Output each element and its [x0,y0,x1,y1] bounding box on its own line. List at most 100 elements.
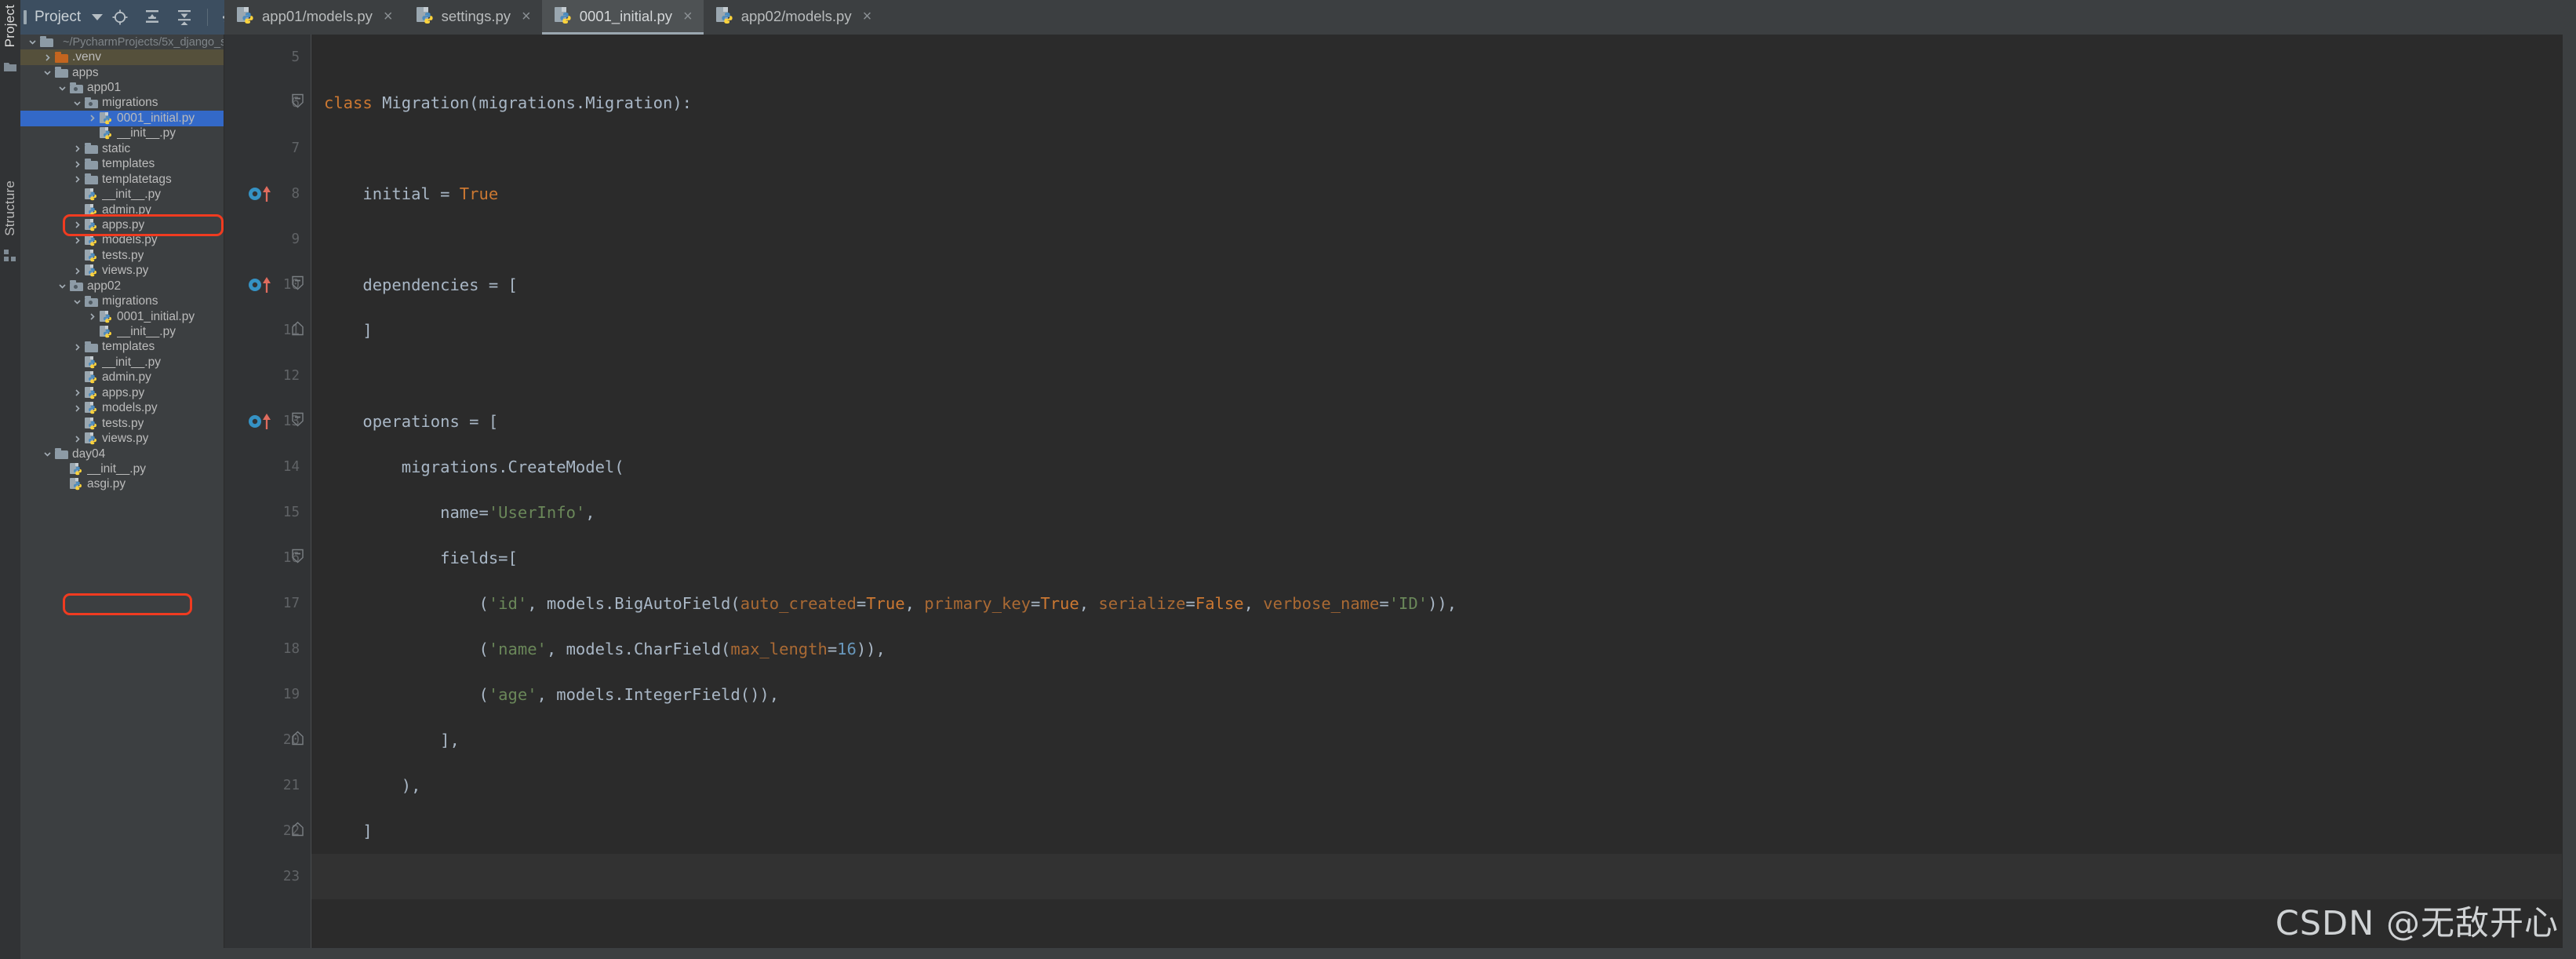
tree-expand-arrow[interactable] [71,434,83,444]
tree-item-apps-py[interactable]: apps.py [20,217,224,232]
code-line[interactable]: class Migration(migrations.Migration): [324,80,2562,126]
tree-item-asgi-py[interactable]: asgi.py [20,477,224,492]
tree-item-migrations[interactable]: migrations [20,96,224,111]
gutter-line[interactable]: 20 [224,717,311,763]
tree-expand-arrow[interactable] [71,235,83,246]
tree-expand-arrow[interactable] [71,388,83,398]
expand-all-icon[interactable] [143,8,162,27]
tab-settings[interactable]: settings.py × [403,0,542,35]
tree-item---init---py[interactable]: __init__.py [20,187,224,202]
tree-expand-arrow[interactable] [56,281,68,291]
tree-item---init---py[interactable]: __init__.py [20,461,224,476]
code-content[interactable]: class Migration(migrations.Migration): i… [311,35,2562,959]
gutter-line[interactable]: 10 [224,262,311,308]
tree-expand-arrow[interactable] [71,220,83,230]
tree-item-tests-py[interactable]: tests.py [20,248,224,263]
close-icon[interactable]: × [863,9,872,24]
code-line[interactable]: fields=[ [324,535,2562,581]
fold-collapse-icon[interactable] [291,549,304,568]
gutter-line[interactable]: 11 [224,308,311,353]
code-line[interactable] [324,126,2562,171]
tree-expand-arrow[interactable] [42,67,53,78]
gutter-line[interactable]: 19 [224,672,311,717]
fold-collapse-icon[interactable] [291,275,304,295]
select-opened-file-icon[interactable] [111,8,129,27]
tab-app01-models[interactable]: app01/models.py × [224,0,404,35]
close-icon[interactable]: × [522,9,531,24]
fold-end-icon[interactable] [291,321,304,341]
tree-item-0001-initial-py[interactable]: 0001_initial.py [20,309,224,324]
code-line[interactable]: name= 'UserInfo', [324,490,2562,535]
tree-expand-arrow[interactable] [71,403,83,414]
tab-0001-initial[interactable]: 0001_initial.py × [541,0,704,35]
gutter-line[interactable]: 13 [224,399,311,444]
code-line[interactable]: operations = [ [324,399,2562,444]
tree-item-migrations[interactable]: migrations [20,294,224,308]
gutter-line[interactable]: 12 [224,353,311,399]
gutter-line[interactable]: 15 [224,490,311,535]
code-line[interactable]: ] [324,308,2562,353]
close-icon[interactable]: × [384,9,393,24]
stripe-button-project[interactable]: Project [2,0,18,52]
tree-item---init---py[interactable]: __init__.py [20,324,224,339]
fold-collapse-icon[interactable] [291,93,304,113]
tree-expand-arrow[interactable] [71,159,83,170]
tree-item-views-py[interactable]: views.py [20,264,224,279]
gutter-line[interactable]: 17 [224,581,311,626]
tree-item-day04[interactable]: day04~/PycharmProjects/5x_django_s [20,35,224,49]
gutter-line[interactable]: 18 [224,626,311,672]
gutter-line[interactable]: 22 [224,808,311,854]
code-line[interactable]: initial = True [324,171,2562,217]
code-line[interactable]: dependencies = [ [324,262,2562,308]
tree-expand-arrow[interactable] [71,98,83,108]
tree-item-templates[interactable]: templates [20,340,224,355]
close-icon[interactable]: × [683,9,693,24]
code-line[interactable] [324,217,2562,262]
fold-end-icon[interactable] [291,822,304,841]
gutter-line[interactable]: 9 [224,217,311,262]
tree-item-app02[interactable]: app02 [20,279,224,294]
tree-item---init---py[interactable]: __init__.py [20,355,224,370]
code-line[interactable] [324,854,2562,899]
tree-item-models-py[interactable]: models.py [20,401,224,416]
tree-item-apps[interactable]: apps [20,65,224,80]
stripe-button-structure[interactable]: Structure [2,176,18,241]
tree-item-templates[interactable]: templates [20,157,224,172]
tree-expand-arrow[interactable] [71,297,83,307]
chevron-down-icon[interactable] [92,14,104,20]
tree-item-tests-py[interactable]: tests.py [20,416,224,431]
tree-expand-arrow[interactable] [71,342,83,352]
fold-collapse-icon[interactable] [291,412,304,432]
gutter-line[interactable]: 7 [224,126,311,171]
gutter-line[interactable]: 6 [224,80,311,126]
editor-gutter[interactable]: 5 6 7 8 9 10 11 12 13 14 15 16 17 18 19 20 21 22 23 [224,35,311,959]
collapse-all-icon[interactable] [175,8,194,27]
tree-expand-arrow[interactable] [71,144,83,154]
editor-marker-bar[interactable] [2562,35,2576,959]
code-line[interactable]: ('age', models.IntegerField()), [324,672,2562,717]
tree-expand-arrow[interactable] [86,113,98,123]
tree-expand-arrow[interactable] [71,174,83,184]
code-line[interactable]: ], [324,717,2562,763]
project-tree[interactable]: day04~/PycharmProjects/5x_django_s.venva… [0,35,224,959]
tree-item-day04[interactable]: day04 [20,447,224,461]
tree-expand-arrow[interactable] [71,266,83,276]
gutter-line[interactable]: 16 [224,535,311,581]
tree-item-static[interactable]: static [20,141,224,156]
code-line[interactable] [324,353,2562,399]
code-editor[interactable]: 5 6 7 8 9 10 11 12 13 14 15 16 17 18 19 20 21 22 23 class … [224,35,2576,959]
gutter-line[interactable]: 21 [224,763,311,808]
gutter-line[interactable]: 5 [224,35,311,80]
tree-expand-arrow[interactable] [27,37,38,47]
tree-item-views-py[interactable]: views.py [20,431,224,446]
tree-expand-arrow[interactable] [42,449,53,459]
code-line[interactable]: ), [324,763,2562,808]
tree-item-apps-py[interactable]: apps.py [20,385,224,400]
tree-expand-arrow[interactable] [86,312,98,322]
gutter-line[interactable]: 14 [224,444,311,490]
tree-item--venv[interactable]: .venv [20,49,224,65]
tree-item-templatetags[interactable]: templatetags [20,172,224,187]
gutter-line[interactable]: 23 [224,854,311,899]
tab-app02-models[interactable]: app02/models.py × [703,0,883,35]
override-marker-icon[interactable] [248,185,275,202]
